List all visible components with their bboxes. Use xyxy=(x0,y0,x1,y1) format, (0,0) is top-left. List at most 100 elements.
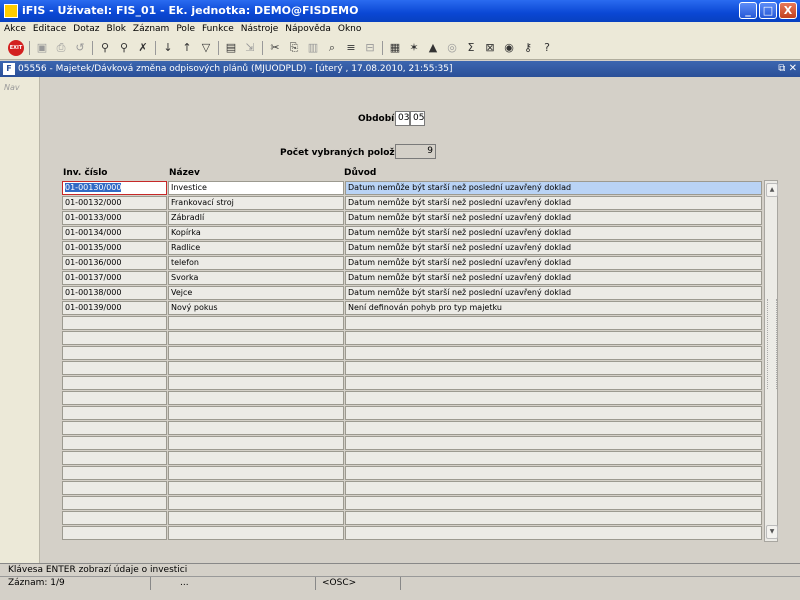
inv-cell[interactable] xyxy=(62,466,167,480)
table-row[interactable] xyxy=(62,391,762,406)
query-execute-icon[interactable]: ⚲ xyxy=(117,41,131,55)
query-cancel-icon[interactable]: ✗ xyxy=(136,41,150,55)
cut-icon[interactable]: ✂ xyxy=(268,41,282,55)
duvod-cell[interactable]: Není definován pohyb pro typ majetku xyxy=(345,301,762,315)
sort-desc-icon[interactable]: ↑ xyxy=(180,41,194,55)
obdobi-year-field[interactable]: 05 xyxy=(410,111,425,126)
table-row[interactable]: 01-00130/000 Investice Datum nemůže být st… xyxy=(62,181,762,196)
nazev-cell[interactable] xyxy=(168,316,344,330)
inv-cell[interactable] xyxy=(62,421,167,435)
duvod-cell[interactable] xyxy=(345,451,762,465)
key-icon[interactable]: ⚷ xyxy=(521,41,535,55)
disk-icon[interactable]: ◎ xyxy=(445,41,459,55)
nazev-cell[interactable]: telefon xyxy=(168,256,344,270)
duvod-cell[interactable] xyxy=(345,346,762,360)
table-row[interactable] xyxy=(62,451,762,466)
table-row[interactable]: 01-00134/000 Kopírka Datum nemůže být star… xyxy=(62,226,762,241)
menu-okno[interactable]: Okno xyxy=(338,22,362,36)
duvod-cell[interactable] xyxy=(345,466,762,480)
nazev-cell[interactable]: Radlice xyxy=(168,241,344,255)
scroll-thumb[interactable] xyxy=(767,299,777,389)
duvod-cell[interactable]: Datum nemůže být starší než poslední uza… xyxy=(345,196,762,210)
table-row[interactable] xyxy=(62,316,762,331)
nazev-cell[interactable] xyxy=(168,451,344,465)
table-row[interactable] xyxy=(62,376,762,391)
inv-cell[interactable] xyxy=(62,451,167,465)
scroll-up-icon[interactable]: ▲ xyxy=(766,183,778,197)
table-row[interactable] xyxy=(62,481,762,496)
table-row[interactable]: 01-00133/000 Zábradlí Datum nemůže být sta… xyxy=(62,211,762,226)
inv-cell[interactable] xyxy=(62,361,167,375)
menu-blok[interactable]: Blok xyxy=(107,22,126,36)
inv-cell[interactable] xyxy=(62,406,167,420)
table-row[interactable]: 01-00136/000 telefon Datum nemůže být star… xyxy=(62,256,762,271)
menu-akce[interactable]: Akce xyxy=(4,22,26,36)
tools-icon[interactable]: ✶ xyxy=(407,41,421,55)
warning-icon[interactable]: ▲ xyxy=(426,41,440,55)
nazev-cell[interactable]: Frankovací stroj xyxy=(168,196,344,210)
nazev-cell[interactable] xyxy=(168,481,344,495)
nazev-cell[interactable] xyxy=(168,421,344,435)
inv-cell[interactable]: 01-00130/000 xyxy=(62,181,167,195)
nazev-cell[interactable] xyxy=(168,466,344,480)
nazev-cell[interactable] xyxy=(168,436,344,450)
save-icon[interactable]: ▣ xyxy=(35,41,49,55)
duvod-cell[interactable]: Datum nemůže být starší než poslední uza… xyxy=(345,241,762,255)
inv-cell[interactable] xyxy=(62,436,167,450)
duvod-cell[interactable] xyxy=(345,391,762,405)
table-row[interactable] xyxy=(62,421,762,436)
close-button[interactable]: X xyxy=(779,2,797,19)
obdobi-month-field[interactable]: 03 xyxy=(395,111,410,126)
inv-cell[interactable] xyxy=(62,346,167,360)
find-icon[interactable]: ⌕ xyxy=(325,41,339,55)
table-row[interactable] xyxy=(62,526,762,541)
duvod-cell[interactable] xyxy=(345,481,762,495)
inv-cell[interactable] xyxy=(62,481,167,495)
help-icon[interactable]: ? xyxy=(540,41,554,55)
menu-dotaz[interactable]: Dotaz xyxy=(73,22,99,36)
nazev-cell[interactable] xyxy=(168,346,344,360)
nazev-cell[interactable] xyxy=(168,526,344,540)
clear-icon[interactable]: ↺ xyxy=(73,41,87,55)
duvod-cell[interactable] xyxy=(345,511,762,525)
inv-cell[interactable]: 01-00136/000 xyxy=(62,256,167,270)
minimize-button[interactable]: _ xyxy=(739,2,757,19)
duvod-cell[interactable] xyxy=(345,376,762,390)
exit-icon[interactable]: EXIT xyxy=(8,39,24,56)
nazev-cell[interactable]: Vejce xyxy=(168,286,344,300)
query-enter-icon[interactable]: ⚲ xyxy=(98,41,112,55)
table-row[interactable]: 01-00135/000 Radlice Datum nemůže být star… xyxy=(62,241,762,256)
table-row[interactable] xyxy=(62,361,762,376)
table-row[interactable] xyxy=(62,496,762,511)
menu-pole[interactable]: Pole xyxy=(176,22,195,36)
nav-label[interactable]: Nav xyxy=(4,83,20,92)
duvod-cell[interactable] xyxy=(345,406,762,420)
inv-cell[interactable]: 01-00139/000 xyxy=(62,301,167,315)
inv-cell[interactable] xyxy=(62,376,167,390)
duvod-cell[interactable] xyxy=(345,421,762,435)
delete-record-icon[interactable]: ⊟ xyxy=(363,41,377,55)
inv-cell[interactable]: 01-00132/000 xyxy=(62,196,167,210)
duvod-cell[interactable] xyxy=(345,331,762,345)
filter-icon[interactable]: ▽ xyxy=(199,41,213,55)
print-preview-icon[interactable]: ▤ xyxy=(224,41,238,55)
nazev-cell[interactable] xyxy=(168,376,344,390)
scroll-down-icon[interactable]: ▼ xyxy=(766,525,778,539)
duvod-cell[interactable]: Datum nemůže být starší než poslední uza… xyxy=(345,211,762,225)
globe-icon[interactable]: ◉ xyxy=(502,41,516,55)
export-icon[interactable]: ⇲ xyxy=(243,41,257,55)
table-row[interactable]: 01-00139/000 Nový pokus Není definován poh… xyxy=(62,301,762,316)
form-window-controls[interactable]: ⧉ ✕ xyxy=(778,61,797,77)
menu-nastroje[interactable]: Nástroje xyxy=(241,22,279,36)
inv-cell[interactable]: 01-00137/000 xyxy=(62,271,167,285)
nazev-cell[interactable] xyxy=(168,331,344,345)
nazev-cell[interactable] xyxy=(168,391,344,405)
inv-cell[interactable]: 01-00134/000 xyxy=(62,226,167,240)
nazev-cell[interactable]: Svorka xyxy=(168,271,344,285)
inv-cell[interactable]: 01-00138/000 xyxy=(62,286,167,300)
inv-cell[interactable]: 01-00133/000 xyxy=(62,211,167,225)
inv-cell[interactable] xyxy=(62,391,167,405)
table-row[interactable] xyxy=(62,346,762,361)
inv-cell[interactable] xyxy=(62,496,167,510)
paste-icon[interactable]: ▥ xyxy=(306,41,320,55)
